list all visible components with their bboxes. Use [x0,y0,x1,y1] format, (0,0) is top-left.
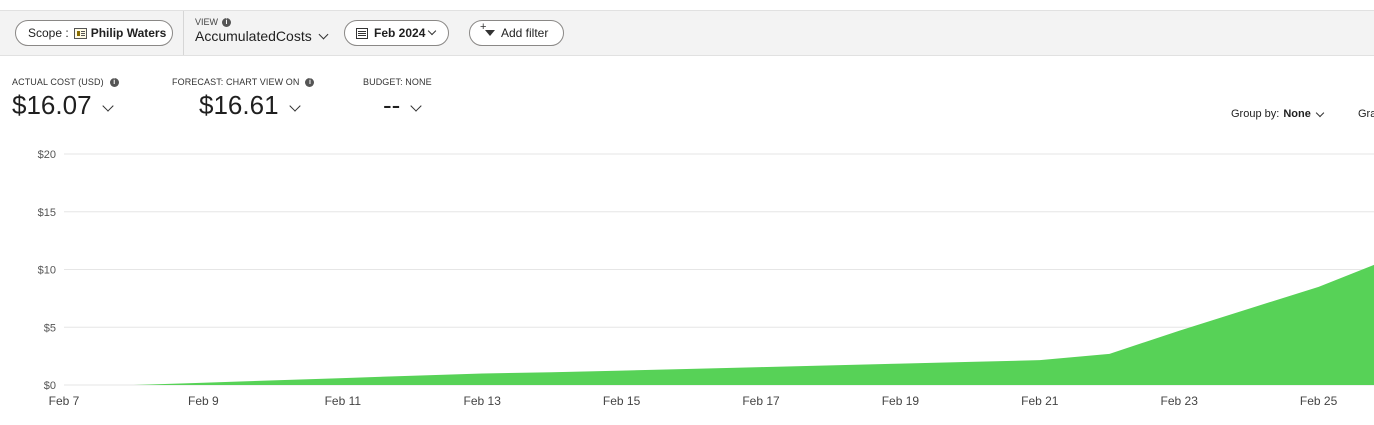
forecast-metric[interactable]: FORECAST: CHART VIEW ON i $16.61 [172,77,315,121]
info-icon[interactable]: i [109,77,119,87]
budget-value-row[interactable]: -- [383,90,432,121]
forecast-value: $16.61 [199,90,279,120]
group-by-value: None [1283,108,1311,120]
add-filter-label: Add filter [501,26,549,40]
view-label-row: VIEW i [195,17,327,27]
x-tick-label: Feb 23 [1161,394,1199,408]
actual-cost-value: $16.07 [12,90,92,120]
budget-metric[interactable]: BUDGET: NONE -- [363,77,432,121]
x-tick-label: Feb 15 [603,394,641,408]
view-selector[interactable]: VIEW i AccumulatedCosts [195,17,329,44]
x-tick-label: Feb 13 [464,394,502,408]
y-tick-label: $20 [38,149,56,161]
info-icon[interactable]: i [305,77,315,87]
forecast-label-row: FORECAST: CHART VIEW ON i [172,77,315,87]
actual-cost-value-row[interactable]: $16.07 [12,90,119,121]
x-tick-label: Feb 9 [188,394,219,408]
chevron-down-icon [410,99,422,112]
actual-cost-metric[interactable]: ACTUAL COST (USD) i $16.07 [12,77,119,121]
budget-label-row: BUDGET: NONE [363,77,432,87]
chevron-down-icon [1315,108,1325,117]
y-tick-label: $15 [38,207,56,219]
x-tick-label: Feb 19 [882,394,920,408]
view-name: AccumulatedCosts [195,28,312,44]
x-tick-label: Feb 25 [1300,394,1338,408]
toolbar-divider [183,11,184,55]
chevron-down-icon [318,29,329,39]
scope-picker-button[interactable]: Scope : Philip Waters [15,20,173,46]
date-range-button[interactable]: Feb 2024 [344,20,449,46]
calendar-icon [356,27,368,39]
budget-value: -- [383,90,401,120]
info-icon[interactable]: i [222,17,232,27]
accumulated-cost-chart: $0 $5 $10 $15 $20 Feb 7 Feb 9 Feb 11 Feb 13 Feb … [38,149,1374,408]
view-label: VIEW [195,17,219,27]
date-range-label: Feb 2024 [374,26,426,40]
y-tick-label: $0 [44,380,56,392]
forecast-value-row[interactable]: $16.61 [199,90,314,121]
chevron-down-icon [288,99,301,112]
management-group-icon [73,27,87,39]
y-tick-label: $5 [44,322,56,334]
group-by-dropdown[interactable]: Group by: None [1231,108,1325,120]
scope-label: Scope : [28,26,69,40]
x-tick-label: Feb 17 [742,394,780,408]
add-filter-button[interactable]: Add filter [469,20,564,46]
command-toolbar: Scope : Philip Waters VIEW i Accumulated… [0,10,1374,56]
view-name-row[interactable]: AccumulatedCosts [195,28,329,44]
chevron-down-icon [101,99,114,112]
actual-cost-label-row: ACTUAL COST (USD) i [12,77,119,87]
y-tick-label: $10 [38,265,56,277]
budget-label: BUDGET: NONE [363,77,432,87]
granularity-dropdown[interactable]: Gra [1358,108,1374,120]
x-tick-label: Feb 11 [325,394,362,408]
cost-area-series [64,264,1374,385]
forecast-label: FORECAST: CHART VIEW ON [172,77,300,87]
group-by-label: Group by: [1231,108,1280,120]
actual-cost-label: ACTUAL COST (USD) [12,77,104,87]
x-tick-label: Feb 21 [1021,394,1059,408]
x-tick-label: Feb 7 [49,394,80,408]
chevron-down-icon [428,26,437,36]
scope-value: Philip Waters [90,26,167,40]
add-filter-icon [480,21,496,39]
